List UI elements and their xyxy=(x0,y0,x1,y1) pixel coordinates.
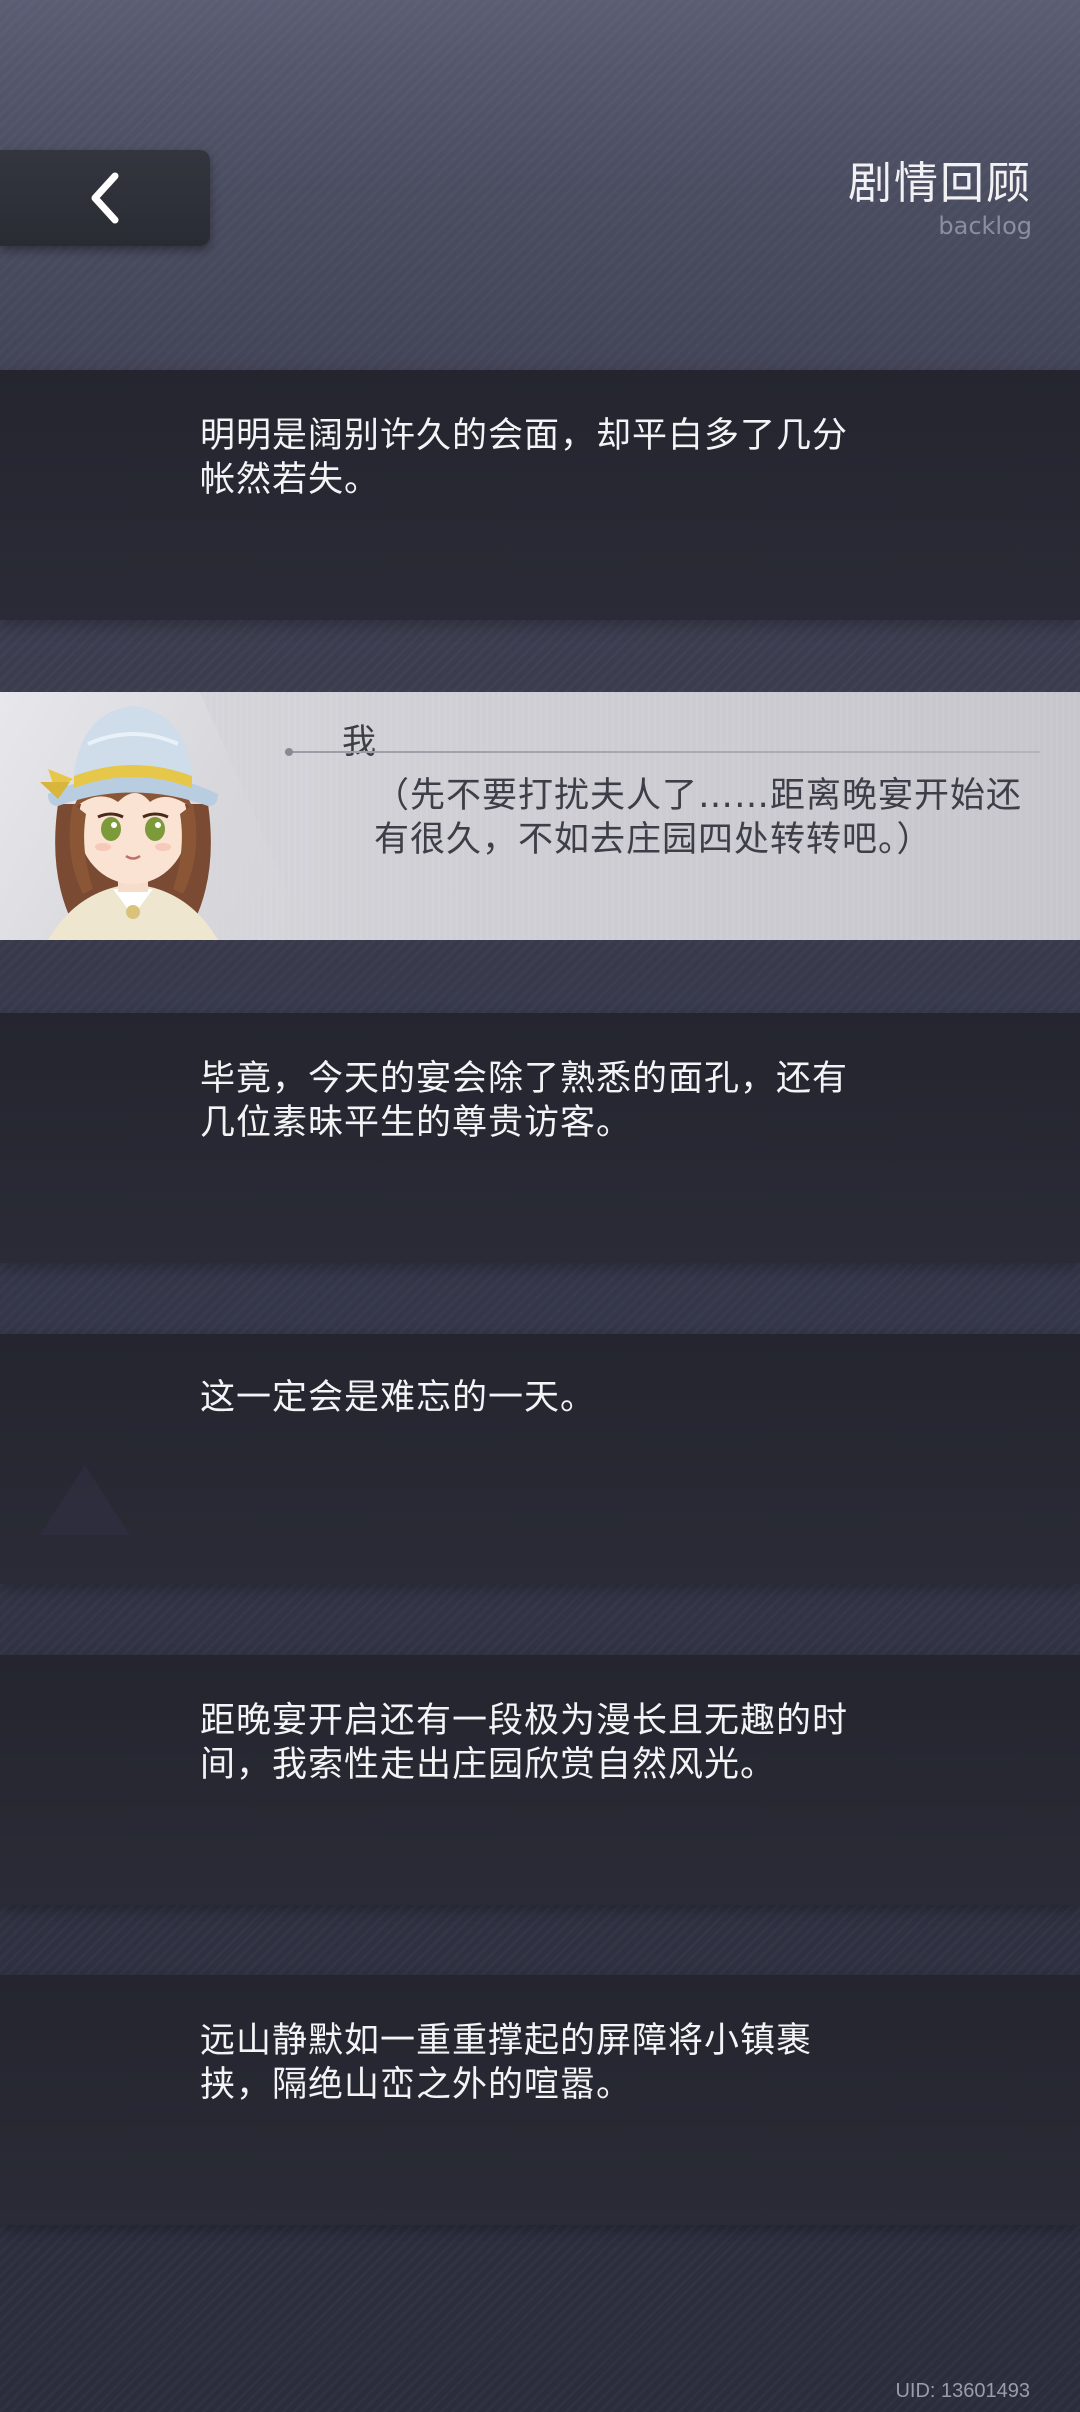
page-title: 剧情回顾 xyxy=(848,158,1032,209)
chevron-left-icon xyxy=(91,172,119,224)
speaker-divider xyxy=(285,748,1040,756)
girl-portrait-avatar xyxy=(40,706,218,940)
page-title-block: 剧情回顾 backlog xyxy=(848,158,1032,241)
decorative-shape xyxy=(40,1465,130,1535)
back-button[interactable] xyxy=(0,150,210,246)
backlog-entry-narration[interactable]: 这一定会是难忘的一天。 xyxy=(0,1334,1080,1584)
page-subtitle: backlog xyxy=(938,212,1032,241)
narration-text: 明明是阔别许久的会面，却平白多了几分帐然若失。 xyxy=(200,416,849,500)
backlog-entry-narration[interactable]: 距晚宴开启还有一段极为漫长且无趣的时间，我索性走出庄园欣赏自然风光。 xyxy=(0,1655,1080,1905)
narration-text: 这一定会是难忘的一天。 xyxy=(200,1378,597,1418)
narration-text: 远山静默如一重重撑起的屏障将小镇裹挟，隔绝山峦之外的喧嚣。 xyxy=(200,2021,813,2105)
uid-label: UID: 13601493 xyxy=(895,2380,1030,2402)
backlog-entry-narration[interactable]: 毕竟，今天的宴会除了熟悉的面孔，还有几位素昧平生的尊贵访客。 xyxy=(0,1013,1080,1263)
narration-text: 毕竟，今天的宴会除了熟悉的面孔，还有几位素昧平生的尊贵访客。 xyxy=(200,1059,849,1143)
backlog-entry-narration[interactable]: 明明是阔别许久的会面，却平白多了几分帐然若失。 xyxy=(0,370,1080,620)
dialogue-text: （先不要打扰夫人了……距离晚宴开始还有很久，不如去庄园四处转转吧。） xyxy=(374,776,1023,860)
speaker-name: 我 xyxy=(342,722,376,762)
narration-text: 距晚宴开启还有一段极为漫长且无趣的时间，我索性走出庄园欣赏自然风光。 xyxy=(200,1701,849,1785)
backlog-entry-dialogue[interactable]: 我 （先不要打扰夫人了……距离晚宴开始还有很久，不如去庄园四处转转吧。） xyxy=(0,692,1080,940)
backlog-entry-narration[interactable]: 远山静默如一重重撑起的屏障将小镇裹挟，隔绝山峦之外的喧嚣。 xyxy=(0,1975,1080,2225)
